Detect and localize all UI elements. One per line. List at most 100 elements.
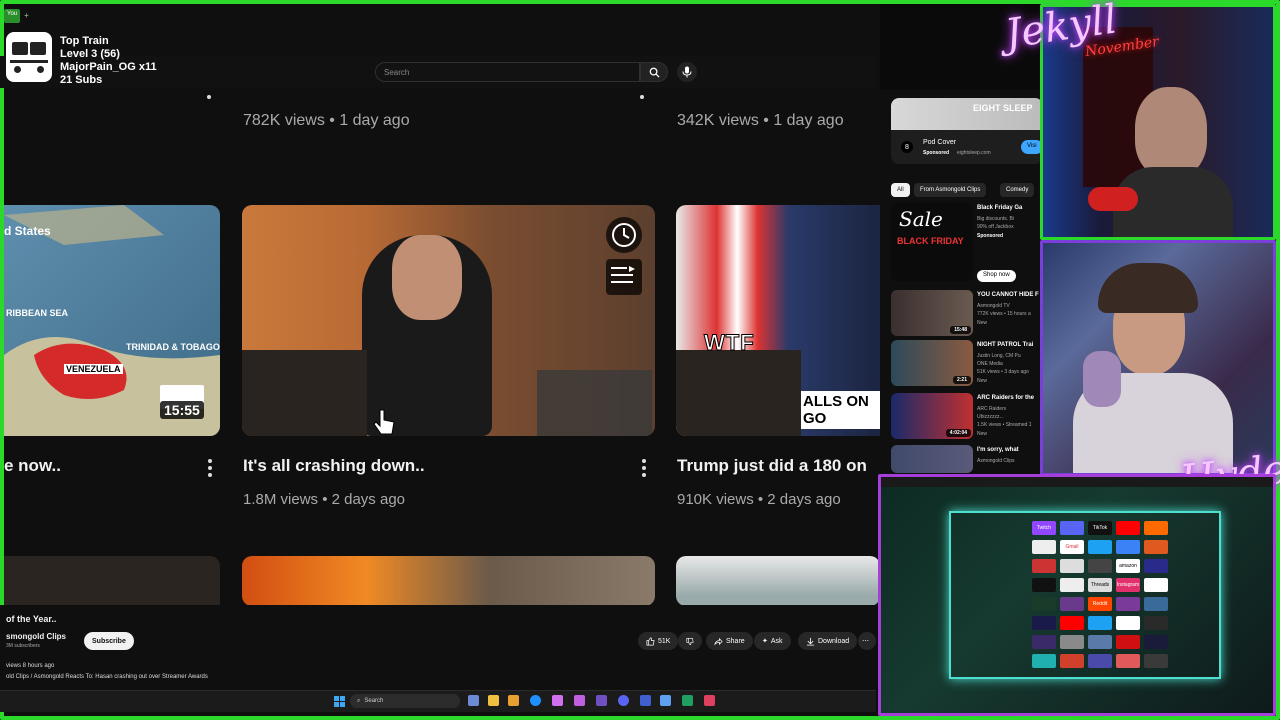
taskbar-app-icon[interactable]	[660, 695, 671, 706]
rec-thumbnail[interactable]: 2:21	[891, 340, 973, 386]
kebab-dot[interactable]	[640, 95, 644, 99]
channel-name[interactable]: smongold Clips	[6, 632, 66, 641]
search-input[interactable]: Search	[375, 62, 640, 82]
taskbar-app-icon[interactable]	[552, 695, 563, 706]
dislike-button[interactable]	[678, 632, 702, 650]
taskbar-app-icon[interactable]	[682, 695, 693, 706]
bookmark-tile[interactable]: Gmail	[1060, 540, 1084, 554]
video-thumbnail[interactable]: d States RIBBEAN SEA TRINIDAD & TOBAGO V…	[4, 205, 220, 436]
bookmark-tile[interactable]	[1144, 597, 1168, 611]
video-thumbnail[interactable]: WTF ALLS ON GO	[676, 205, 880, 436]
bookmark-tile[interactable]: Twitch	[1032, 521, 1056, 535]
taskbar-app-icon[interactable]	[640, 695, 651, 706]
shop-now-button[interactable]: Shop now	[977, 270, 1016, 282]
bookmark-tile[interactable]	[1088, 616, 1112, 630]
bookmark-tile[interactable]	[1032, 654, 1056, 668]
rec-title[interactable]: YOU CANNOT HIDE F	[977, 292, 1039, 298]
taskbar-search[interactable]: ⌕ Search	[350, 694, 460, 708]
bookmark-tile[interactable]	[1144, 540, 1168, 554]
bookmark-tile[interactable]	[1032, 578, 1056, 592]
bookmark-tile[interactable]	[1116, 654, 1140, 668]
video-title[interactable]: e now..	[4, 456, 61, 476]
bookmark-tile[interactable]	[1060, 616, 1084, 630]
rec-thumb-text: BLACK FRIDAY	[897, 236, 964, 246]
bookmark-tile[interactable]	[1060, 578, 1084, 592]
bookmark-tile[interactable]	[1116, 540, 1140, 554]
bookmark-tile[interactable]	[1032, 540, 1056, 554]
bookmark-tile[interactable]	[1060, 597, 1084, 611]
voice-search-button[interactable]	[677, 62, 697, 82]
kebab-dot[interactable]	[207, 95, 211, 99]
bookmark-tile[interactable]	[1088, 559, 1112, 573]
video-thumbnail[interactable]	[4, 556, 220, 606]
bookmark-tile[interactable]	[1032, 635, 1056, 649]
watch-later-button[interactable]	[606, 217, 642, 253]
bookmark-tile[interactable]	[1060, 521, 1084, 535]
rec-title[interactable]: ARC Raiders for the	[977, 395, 1034, 401]
search-button[interactable]	[640, 62, 668, 82]
subscribe-button[interactable]: Subscribe	[84, 632, 134, 650]
video-title[interactable]: It's all crashing down..	[243, 456, 425, 476]
bookmark-tile[interactable]	[1032, 597, 1056, 611]
new-tab-icon[interactable]: +	[24, 9, 29, 23]
like-button[interactable]: 51K	[638, 632, 679, 650]
bookmark-tile[interactable]	[1060, 635, 1084, 649]
download-button[interactable]: Download	[798, 632, 858, 650]
more-options-icon[interactable]	[208, 459, 212, 477]
bookmark-tile[interactable]	[1144, 559, 1168, 573]
ask-button[interactable]: ✦ Ask	[754, 632, 791, 650]
bookmark-tile[interactable]: Instagram	[1116, 578, 1140, 592]
share-icon	[714, 637, 723, 645]
browser-tab[interactable]: You	[4, 9, 21, 23]
taskbar-app-icon[interactable]	[618, 695, 629, 706]
bookmark-tile[interactable]	[1116, 521, 1140, 535]
bookmark-tile[interactable]	[1144, 521, 1168, 535]
rec-thumbnail[interactable]: Sale BLACK FRIDAY	[891, 203, 973, 281]
share-button[interactable]: Share	[706, 632, 753, 650]
taskbar-app-icon[interactable]	[530, 695, 541, 706]
bookmark-tile[interactable]: Reddit	[1088, 597, 1112, 611]
bookmark-tile[interactable]	[1088, 635, 1112, 649]
windows-start-icon[interactable]	[334, 696, 345, 707]
bookmark-tile[interactable]: TikTok	[1088, 521, 1112, 535]
bookmark-tile[interactable]	[1116, 616, 1140, 630]
more-options-icon[interactable]	[642, 459, 646, 477]
video-thumbnail[interactable]	[242, 556, 655, 606]
sponsored-ad-card[interactable]: EIGHT SLEEP 8 Pod Cover Sponsored eights…	[891, 98, 1043, 164]
bookmark-tile[interactable]	[1060, 559, 1084, 573]
taskbar-app-icon[interactable]	[596, 695, 607, 706]
taskbar-app-icon[interactable]	[574, 695, 585, 706]
bookmark-tile[interactable]	[1060, 654, 1084, 668]
filter-chip[interactable]: Comedy	[1000, 183, 1035, 197]
rec-thumbnail[interactable]: 15:48	[891, 290, 973, 336]
add-to-queue-button[interactable]	[606, 259, 642, 295]
duration-badge: 15:55	[160, 401, 204, 419]
more-actions-button[interactable]: ⋯	[858, 632, 876, 650]
bookmark-tile[interactable]	[1032, 616, 1056, 630]
bookmark-tile[interactable]	[1088, 540, 1112, 554]
bookmark-tile[interactable]: amazon	[1116, 559, 1140, 573]
bookmark-tile[interactable]	[1116, 635, 1140, 649]
rec-title[interactable]: NIGHT PATROL Trai	[977, 342, 1033, 348]
rec-title[interactable]: Black Friday Ga	[977, 205, 1022, 211]
taskbar-app-icon[interactable]	[488, 695, 499, 706]
bookmark-tile[interactable]	[1088, 654, 1112, 668]
bookmark-tile[interactable]	[1144, 635, 1168, 649]
bookmark-tile[interactable]	[1032, 559, 1056, 573]
bookmark-tile[interactable]	[1144, 654, 1168, 668]
bookmark-tile[interactable]	[1116, 597, 1140, 611]
video-thumbnail[interactable]	[676, 556, 880, 606]
filter-chip[interactable]: From Asmongold Clips	[914, 183, 987, 197]
rec-title[interactable]: I'm sorry, what	[977, 447, 1019, 453]
rec-thumbnail[interactable]	[891, 445, 973, 473]
filter-chip-all[interactable]: All	[891, 183, 910, 197]
taskbar-app-icon[interactable]	[704, 695, 715, 706]
bookmark-tile[interactable]	[1144, 616, 1168, 630]
bookmark-tile[interactable]: Threads	[1088, 578, 1112, 592]
bookmark-tile[interactable]	[1144, 578, 1168, 592]
taskbar-app-icon[interactable]	[468, 695, 479, 706]
video-thumbnail[interactable]	[242, 205, 655, 436]
video-title[interactable]: Trump just did a 180 on	[677, 456, 867, 476]
rec-thumbnail[interactable]: 4:02:04	[891, 393, 973, 439]
taskbar-app-icon[interactable]	[508, 695, 519, 706]
